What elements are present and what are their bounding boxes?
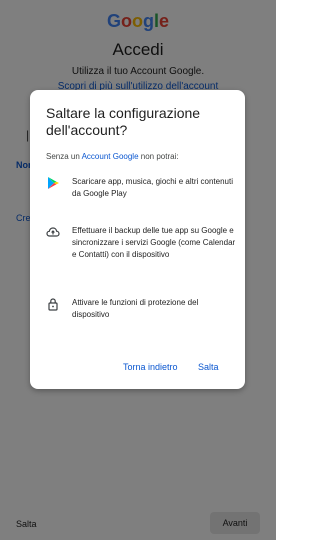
list-item-text: Effettuare il backup delle tue app su Go… <box>72 226 236 259</box>
dialog-title: Saltare la configurazione dell'account? <box>46 105 201 138</box>
list-item-text: Attivare le funzioni di protezione del d… <box>72 298 199 319</box>
back-button[interactable]: Torna indietro <box>123 362 178 372</box>
list-item-text: Scaricare app, musica, giochi e altri co… <box>72 177 233 198</box>
intro-accent: Account Google <box>81 152 139 161</box>
intro-prefix: Senza un <box>46 152 82 161</box>
dialog-intro: Senza un Account Google non potrai: <box>46 152 236 161</box>
google-play-icon <box>46 176 60 190</box>
skip-confirm-button[interactable]: Salta <box>198 362 219 372</box>
skip-account-dialog: Saltare la configurazione dell'account? … <box>30 90 245 389</box>
lock-icon <box>46 297 60 311</box>
intro-suffix: non potrai: <box>138 152 179 161</box>
cloud-upload-icon <box>46 225 60 239</box>
